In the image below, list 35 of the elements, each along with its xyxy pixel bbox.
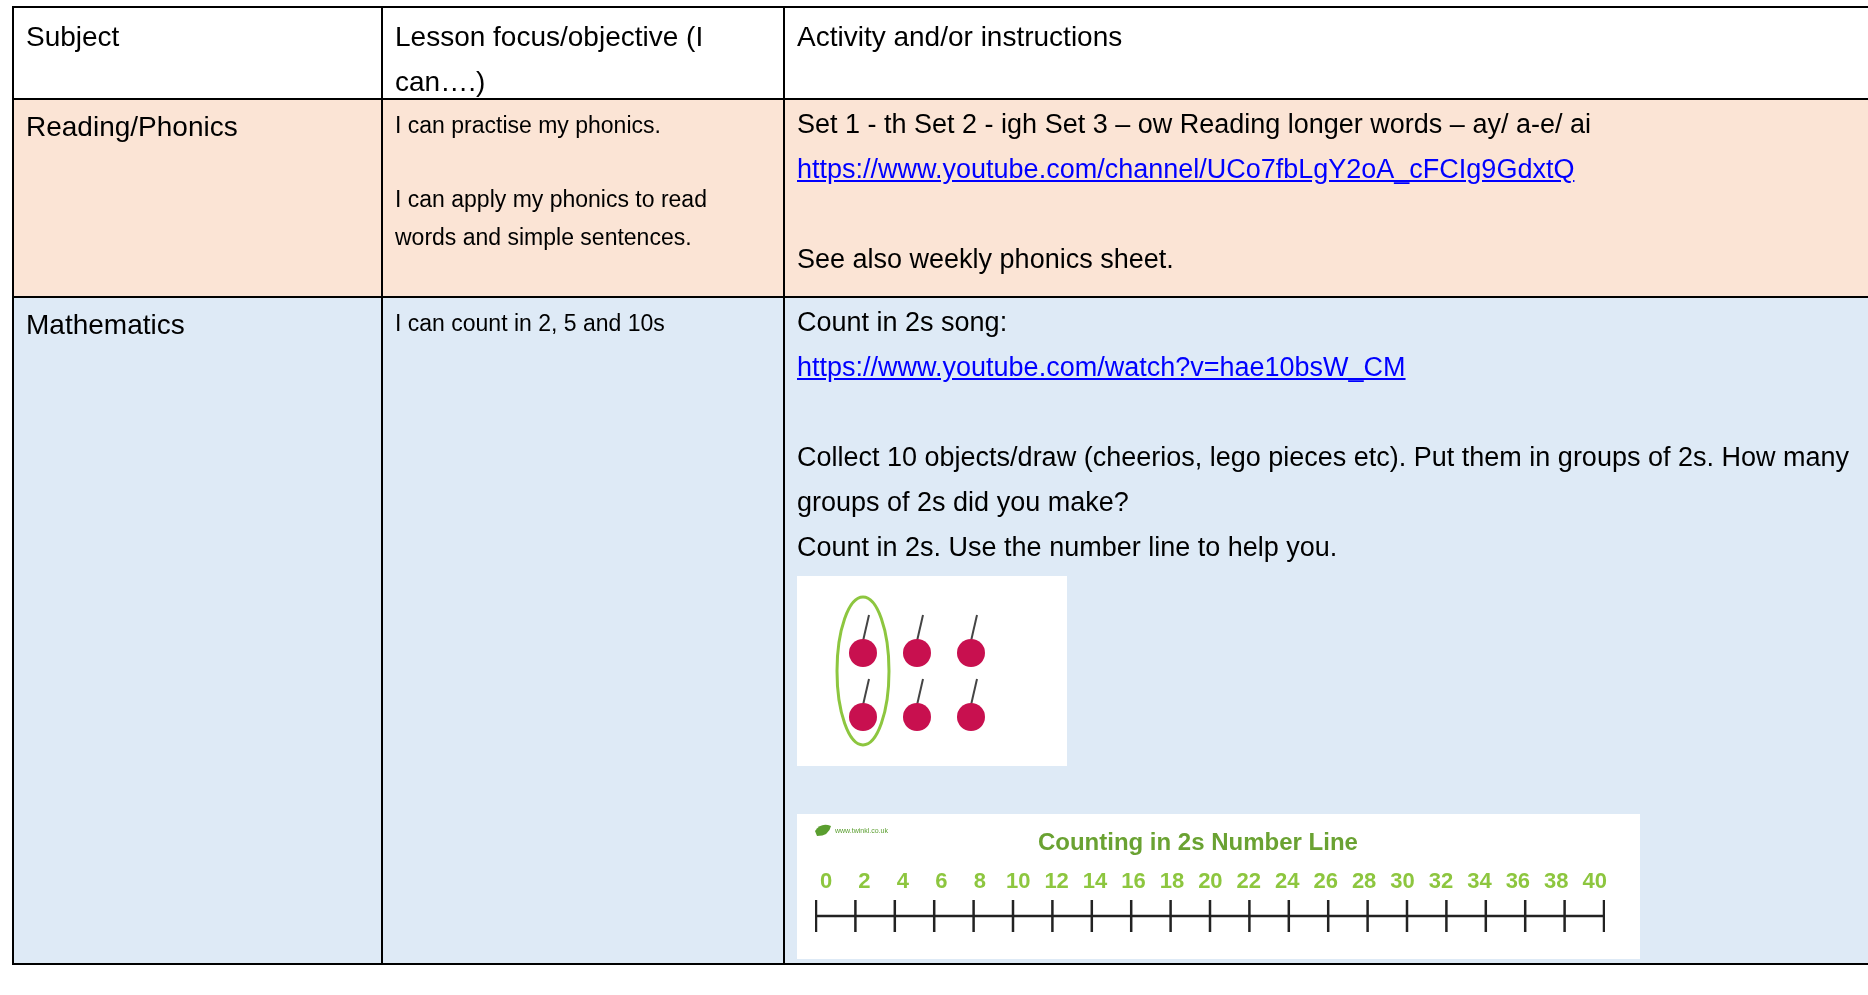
number-label: 0 [818, 870, 834, 892]
number-label: 30 [1389, 870, 1416, 892]
objective-text: I can count in 2, 5 and 10s [395, 309, 666, 338]
leaf-logo-icon [815, 824, 831, 838]
number-label: 12 [1043, 870, 1070, 892]
number-label: 20 [1197, 870, 1224, 892]
number-label: 38 [1543, 870, 1570, 892]
activity-text: Collect 10 objects/draw (cheerios, lego pieces etc). Put them in groups of 2s. How many groups of 2s did you make? [797, 441, 1850, 519]
number-label: 24 [1274, 870, 1301, 892]
number-label: 2 [857, 870, 872, 892]
number-label: 26 [1312, 870, 1339, 892]
number-label: 6 [934, 870, 949, 892]
number-label: 22 [1235, 870, 1263, 892]
number-label: 18 [1158, 870, 1186, 892]
video-link[interactable]: https://www.youtube.com/channel/UCo7fbLgY2oA_cFCIg9GdxtQ [797, 154, 1575, 184]
number-label: 40 [1581, 870, 1608, 892]
activity-text: Set 1 - th Set 2 - igh Set 3 – ow Reading longer words – ay/ a-e/ ai [797, 108, 1592, 141]
number-label: 10 [1004, 870, 1032, 892]
activity-text: Count in 2s. Use the number line to help you. [797, 531, 1339, 564]
video-link[interactable]: https://www.youtube.com/watch?v=hae10bsW_CM [797, 352, 1406, 382]
subject-cell: Reading/Phonics [14, 100, 383, 298]
subject-cell: Mathematics [14, 298, 383, 965]
number-label: 36 [1504, 870, 1532, 892]
number-label: 14 [1081, 870, 1109, 892]
number-label: 4 [895, 870, 910, 892]
number-line-title: Counting in 2s Number Line [1037, 827, 1358, 857]
activity-text: See also weekly phonics sheet. [797, 243, 1175, 276]
number-label: 32 [1427, 870, 1455, 892]
number-label: 8 [972, 870, 987, 892]
number-label: 34 [1466, 870, 1493, 892]
objective-text: I can practise my phonics. [395, 111, 662, 140]
objective-text: I can apply my phonics to read words and simple sentences. [395, 185, 708, 252]
number-label: 28 [1350, 870, 1378, 892]
number-label: 16 [1120, 870, 1147, 892]
activity-text: Count in 2s song: [797, 306, 1009, 339]
